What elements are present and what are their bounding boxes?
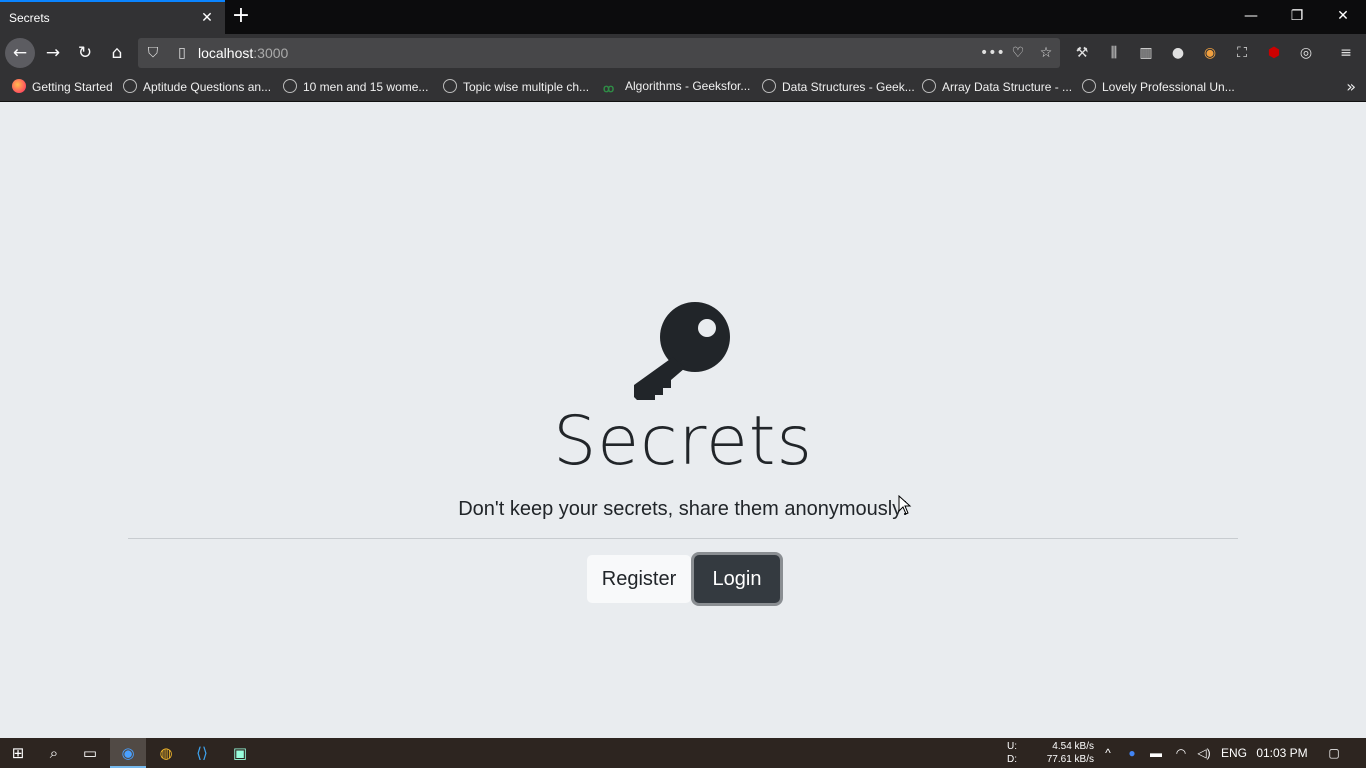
globe-icon bbox=[1082, 79, 1096, 93]
back-button[interactable]: ← bbox=[5, 38, 35, 68]
bookmark-item[interactable]: Aptitude Questions an... bbox=[123, 79, 271, 97]
chevron-up-icon[interactable]: ^ bbox=[1098, 738, 1118, 768]
taskbar: ⊞ ⌕ ▭ ◉ ◍ ⟨⟩ ▣ U: D: 4.54 kB/s 77.61 kB/… bbox=[0, 738, 1366, 768]
register-button[interactable]: Register bbox=[587, 555, 691, 603]
url-host: localhost bbox=[198, 45, 254, 61]
download-label: D: bbox=[1007, 754, 1017, 765]
wrench-icon[interactable]: ⚒ bbox=[1071, 42, 1093, 64]
divider bbox=[128, 538, 1238, 539]
tab-secrets[interactable]: Secrets ✕ bbox=[0, 0, 225, 34]
bookmark-item[interactable]: Lovely Professional Un... bbox=[1082, 79, 1235, 97]
navigation-toolbar: ← → ↻ ⌂ ⛉ ▯ localhost:3000 ••• ♡ ☆ ⚒ ⫼ ▥… bbox=[0, 34, 1366, 72]
browser-chrome: Secrets ✕ + — ❐ ✕ ← → ↻ ⌂ ⛉ ▯ localhost:… bbox=[0, 0, 1366, 102]
home-button[interactable]: ⌂ bbox=[102, 38, 132, 68]
chrome-taskbar-icon[interactable]: ◍ bbox=[148, 738, 184, 768]
network-labels: U: D: bbox=[1007, 740, 1017, 766]
task-view-icon[interactable]: ▭ bbox=[72, 738, 108, 768]
tab-strip: Secrets ✕ + — ❐ ✕ bbox=[0, 0, 1366, 34]
tab-title: Secrets bbox=[9, 11, 50, 25]
notifications-icon[interactable]: ▢ bbox=[1322, 738, 1346, 768]
upload-speed: 4.54 kB/s bbox=[1052, 741, 1094, 752]
network-speeds: 4.54 kB/s 77.61 kB/s bbox=[1040, 740, 1094, 766]
url-bar[interactable]: ⛉ ▯ localhost:3000 ••• ♡ ☆ bbox=[138, 38, 1060, 68]
vscode-taskbar-icon[interactable]: ⟨⟩ bbox=[184, 738, 220, 768]
firefox-taskbar-icon[interactable]: ◉ bbox=[110, 738, 146, 768]
bookmark-item[interactable]: Getting Started bbox=[12, 79, 113, 97]
volume-icon[interactable]: ◁) bbox=[1194, 738, 1214, 768]
gfg-icon: ꝏ bbox=[603, 83, 615, 95]
page-lead: Don't keep your secrets, share them anon… bbox=[458, 498, 908, 520]
minimize-icon[interactable]: — bbox=[1228, 0, 1274, 32]
bookmark-label: Lovely Professional Un... bbox=[1102, 80, 1235, 94]
restore-icon[interactable]: ❐ bbox=[1274, 0, 1320, 32]
page-actions-icon[interactable]: ••• bbox=[980, 43, 1005, 63]
bookmark-label: Algorithms - Geeksfor... bbox=[625, 79, 751, 93]
url-text[interactable]: localhost:3000 bbox=[198, 45, 288, 61]
chevron-double-right-icon[interactable]: » bbox=[1346, 77, 1356, 96]
download-speed: 77.61 kB/s bbox=[1046, 754, 1094, 765]
page-icon[interactable]: ▯ bbox=[172, 43, 192, 63]
globe-icon bbox=[123, 79, 137, 93]
pocket-icon[interactable]: ♡ bbox=[1008, 43, 1028, 63]
bookmark-label: 10 men and 15 wome... bbox=[303, 80, 429, 94]
wifi-icon[interactable]: ◠ bbox=[1170, 738, 1192, 768]
globe-icon bbox=[922, 79, 936, 93]
firefox-icon bbox=[12, 79, 26, 93]
bookmark-item[interactable]: ꝏ Algorithms - Geeksfor... bbox=[603, 79, 750, 97]
extension-icon[interactable]: ◉ bbox=[1199, 42, 1221, 64]
bookmark-label: Array Data Structure - ... bbox=[942, 80, 1073, 94]
window-close-icon[interactable]: ✕ bbox=[1320, 0, 1366, 32]
windows-start-icon[interactable]: ⊞ bbox=[0, 738, 36, 768]
bookmark-label: Topic wise multiple ch... bbox=[463, 80, 590, 94]
login-button[interactable]: Login bbox=[694, 555, 780, 603]
shield-icon[interactable]: ⛉ bbox=[143, 43, 163, 63]
bookmark-item[interactable]: Data Structures - Geek... bbox=[762, 79, 915, 97]
terminal-taskbar-icon[interactable]: ▣ bbox=[222, 738, 258, 768]
clock[interactable]: 01:03 PM bbox=[1252, 738, 1312, 768]
page-title: Secrets bbox=[553, 402, 813, 481]
bookmark-item[interactable]: Array Data Structure - ... bbox=[922, 79, 1072, 97]
bookmark-label: Data Structures - Geek... bbox=[782, 80, 915, 94]
addon-icon[interactable]: ◎ bbox=[1295, 42, 1317, 64]
translate-icon[interactable]: ⛶ bbox=[1231, 42, 1253, 64]
search-icon[interactable]: ⌕ bbox=[36, 738, 72, 768]
bookmark-label: Getting Started bbox=[32, 80, 113, 94]
page-content: Secrets Don't keep your secrets, share t… bbox=[0, 102, 1366, 738]
menu-icon[interactable]: ≡ bbox=[1335, 42, 1357, 64]
account-icon[interactable]: ● bbox=[1167, 42, 1189, 64]
globe-icon bbox=[283, 79, 297, 93]
battery-icon[interactable]: ▬ bbox=[1146, 738, 1166, 768]
mouse-cursor-icon bbox=[898, 495, 912, 515]
bookmarks-toolbar: Getting Started Aptitude Questions an...… bbox=[0, 72, 1366, 102]
google-tray-icon[interactable]: ● bbox=[1122, 738, 1142, 768]
reload-button[interactable]: ↻ bbox=[70, 38, 100, 68]
bookmark-item[interactable]: 10 men and 15 wome... bbox=[283, 79, 428, 97]
new-tab-button[interactable]: + bbox=[229, 5, 253, 29]
forward-button[interactable]: → bbox=[38, 38, 68, 68]
globe-icon bbox=[443, 79, 457, 93]
ublock-icon[interactable]: ⬢ bbox=[1263, 42, 1285, 64]
globe-icon bbox=[762, 79, 776, 93]
key-icon bbox=[634, 302, 730, 400]
bookmark-item[interactable]: Topic wise multiple ch... bbox=[443, 79, 589, 97]
upload-label: U: bbox=[1007, 741, 1017, 752]
language-indicator[interactable]: ENG bbox=[1218, 738, 1250, 768]
bookmark-label: Aptitude Questions an... bbox=[143, 80, 272, 94]
bookmark-star-icon[interactable]: ☆ bbox=[1036, 43, 1056, 63]
close-tab-icon[interactable]: ✕ bbox=[198, 9, 216, 27]
sidebar-icon[interactable]: ▥ bbox=[1135, 42, 1157, 64]
library-icon[interactable]: ⫼ bbox=[1103, 42, 1125, 64]
url-port: :3000 bbox=[253, 45, 289, 61]
